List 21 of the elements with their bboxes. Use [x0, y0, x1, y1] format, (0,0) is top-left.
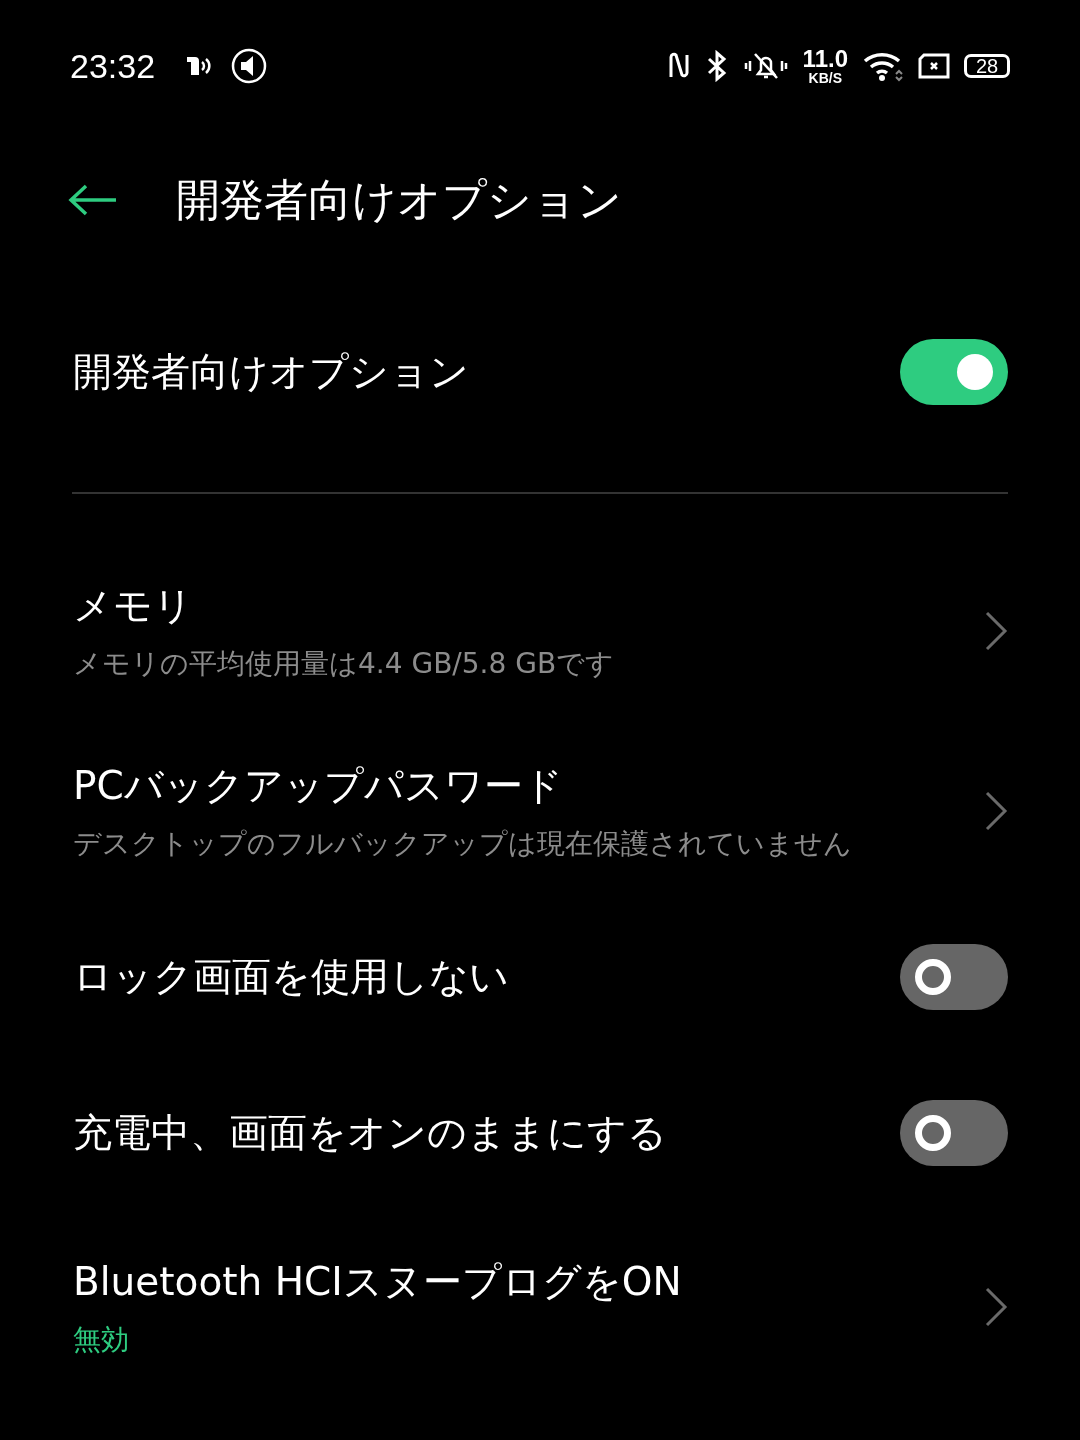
setting-title: Bluetooth HCIスヌープログをON [73, 1258, 683, 1306]
network-speed-value: 11.0 [802, 47, 848, 71]
setting-title: 開発者向けオプション [73, 348, 470, 396]
setting-title: ロック画面を使用しない [73, 953, 510, 1001]
page-title: 開発者向けオプション [176, 172, 622, 227]
setting-summary: メモリの平均使用量は4.4 GB/5.8 GBです [73, 646, 616, 682]
setting-summary: デスクトップのフルバックアップは現在保護されていません [73, 826, 853, 862]
setting-summary: 無効 [73, 1322, 130, 1358]
setting-title: メモリ [73, 582, 194, 630]
setting-title: PCバックアップパスワード [73, 762, 564, 810]
chevron-right-icon [984, 790, 1008, 832]
setting-title: 充電中、画面をオンのままにする [73, 1109, 668, 1157]
chevron-right-icon [984, 610, 1008, 652]
status-time: 23:32 [70, 46, 156, 86]
network-speed-unit: KB/S [808, 71, 843, 85]
battery-level: 28 [964, 54, 1010, 78]
back-arrow-icon[interactable] [68, 183, 118, 217]
sim-card-icon [918, 52, 950, 80]
wifi-icon [862, 50, 904, 82]
chevron-right-icon [984, 1286, 1008, 1328]
speaker-icon [231, 48, 268, 84]
